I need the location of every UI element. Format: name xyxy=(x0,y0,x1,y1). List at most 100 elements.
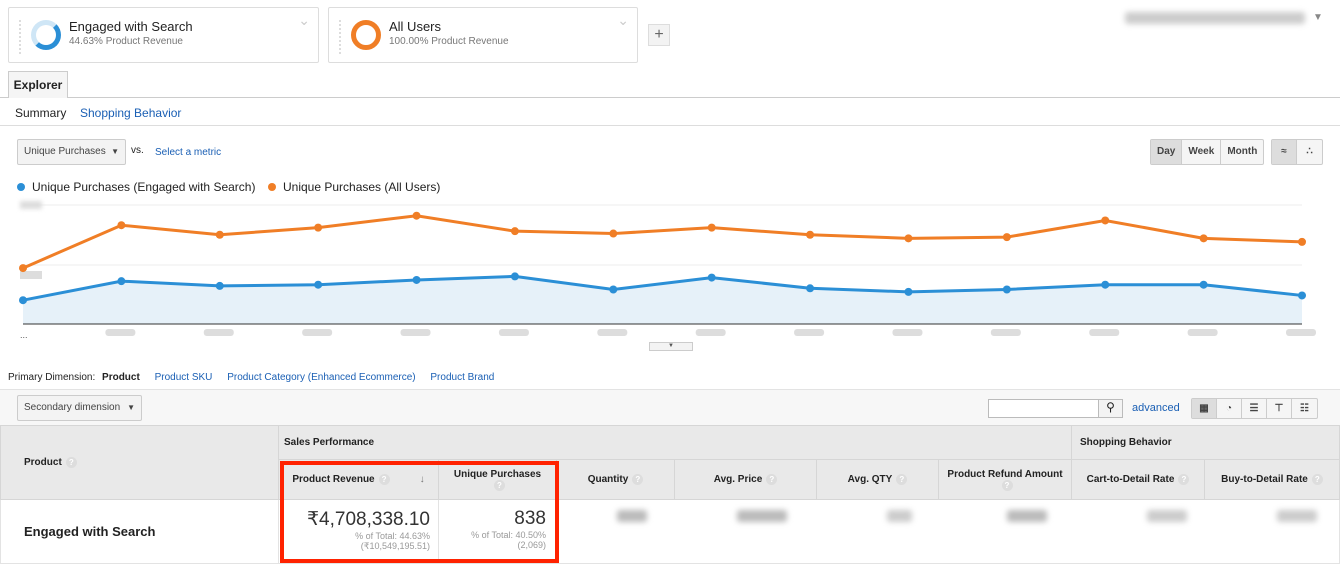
table-row: Engaged with Search ₹4,708,338.10 % of T… xyxy=(0,499,1340,564)
data-point[interactable] xyxy=(215,281,224,290)
segment-card-engaged[interactable]: Engaged with Search 44.63% Product Reven… xyxy=(8,7,319,63)
help-icon[interactable]: ? xyxy=(65,457,77,468)
help-icon[interactable]: ? xyxy=(632,474,644,485)
data-point[interactable] xyxy=(904,287,913,296)
segment-name: Engaged with Search xyxy=(69,19,193,34)
sales-performance-group: Sales Performance xyxy=(278,425,1072,460)
col-avg-price[interactable]: Avg. Price? xyxy=(674,459,817,500)
data-point[interactable] xyxy=(314,280,323,289)
help-icon[interactable]: ? xyxy=(494,479,505,491)
day-button[interactable]: Day xyxy=(1151,140,1183,164)
col-product-revenue[interactable]: Product Revenue? ↓ xyxy=(278,459,439,500)
month-button[interactable]: Month xyxy=(1221,140,1263,164)
product-column-header[interactable]: Product? xyxy=(0,425,279,500)
x-tick-label xyxy=(1286,329,1316,336)
col-refund-amount[interactable]: Product Refund Amount? xyxy=(938,459,1072,500)
help-icon[interactable]: ? xyxy=(1001,479,1013,491)
drag-handle[interactable] xyxy=(339,20,342,54)
data-point[interactable] xyxy=(1002,233,1011,242)
dimension-product-brand[interactable]: Product Brand xyxy=(430,372,494,383)
data-point[interactable] xyxy=(806,230,815,239)
subtab-shopping-behavior[interactable]: Shopping Behavior xyxy=(80,106,181,120)
motion-chart-icon[interactable]: ∴ xyxy=(1297,140,1322,164)
search-icon[interactable]: ⚲ xyxy=(1098,399,1123,418)
data-point[interactable] xyxy=(609,229,618,238)
help-icon[interactable]: ? xyxy=(378,474,390,485)
segment-name: All Users xyxy=(389,19,442,34)
data-point[interactable] xyxy=(19,264,27,273)
data-table-icon[interactable]: ▦ xyxy=(1192,399,1217,418)
dimension-product-sku[interactable]: Product SKU xyxy=(155,372,213,383)
data-point[interactable] xyxy=(19,296,27,305)
data-point[interactable] xyxy=(806,284,815,293)
dimension-product-category[interactable]: Product Category (Enhanced Ecommerce) xyxy=(227,372,415,383)
x-tick-label xyxy=(302,329,333,336)
week-button[interactable]: Week xyxy=(1182,140,1222,164)
help-icon[interactable]: ? xyxy=(896,474,908,485)
data-point[interactable] xyxy=(1298,237,1306,246)
data-point[interactable] xyxy=(510,227,519,236)
tab-explorer[interactable]: Explorer xyxy=(8,71,68,98)
help-icon[interactable]: ? xyxy=(1311,474,1323,485)
col-quantity[interactable]: Quantity? xyxy=(556,459,675,500)
pie-chart-icon[interactable]: ◔ xyxy=(1217,399,1242,418)
segment-subtitle: 100.00% Product Revenue xyxy=(389,36,509,47)
data-point[interactable] xyxy=(1298,291,1306,300)
metric-select-value: Unique Purchases xyxy=(24,146,106,157)
revenue-pct: % of Total: 44.63% xyxy=(355,531,430,541)
header-label: Buy-to-Detail Rate xyxy=(1221,474,1308,485)
segment-donut-icon xyxy=(351,20,381,50)
bar-chart-icon[interactable]: ☰ xyxy=(1242,399,1267,418)
comparison-icon[interactable]: ⊤ xyxy=(1267,399,1292,418)
table-search-input[interactable] xyxy=(988,399,1099,418)
data-point[interactable] xyxy=(314,223,323,232)
header-label: Product xyxy=(24,457,62,468)
help-icon[interactable]: ? xyxy=(766,474,778,485)
subtab-summary[interactable]: Summary xyxy=(15,106,66,120)
series-line-1 xyxy=(22,214,1303,270)
y-tick-label xyxy=(20,271,42,279)
line-chart-icon[interactable]: ≈ xyxy=(1272,140,1297,164)
col-avg-qty[interactable]: Avg. QTY? xyxy=(816,459,939,500)
add-segment-button[interactable]: + xyxy=(648,24,670,46)
drag-handle[interactable] xyxy=(19,20,22,54)
data-point[interactable] xyxy=(510,272,519,281)
chevron-down-icon[interactable]: ⌄ xyxy=(298,12,310,29)
advanced-link[interactable]: advanced xyxy=(1132,402,1180,414)
data-point[interactable] xyxy=(412,211,421,220)
data-point[interactable] xyxy=(215,230,224,239)
col-unique-purchases[interactable]: Unique Purchases? xyxy=(438,459,557,500)
shopping-behavior-group: Shopping Behavior xyxy=(1071,425,1340,460)
period-toggle: Day Week Month xyxy=(1150,139,1265,165)
data-point[interactable] xyxy=(1199,234,1208,243)
metric-select[interactable]: Unique Purchases ▼ xyxy=(17,139,126,165)
data-point[interactable] xyxy=(117,277,126,286)
legend-dot-icon xyxy=(268,183,276,191)
data-point[interactable] xyxy=(1101,216,1110,225)
data-point[interactable] xyxy=(707,223,716,232)
dimension-product[interactable]: Product xyxy=(102,372,140,383)
secondary-dimension-select[interactable]: Secondary dimension ▼ xyxy=(17,395,142,421)
data-point[interactable] xyxy=(412,275,421,284)
sort-desc-icon[interactable]: ↓ xyxy=(420,474,425,485)
data-point[interactable] xyxy=(117,221,126,230)
pivot-icon[interactable]: ☷ xyxy=(1292,399,1317,418)
col-buy-to-detail[interactable]: Buy-to-Detail Rate? xyxy=(1204,459,1340,500)
help-icon[interactable]: ? xyxy=(1178,474,1190,485)
header-label: Cart-to-Detail Rate xyxy=(1086,474,1175,485)
data-point[interactable] xyxy=(707,273,716,282)
header-label: Product Revenue xyxy=(292,474,375,485)
select-metric-link[interactable]: Select a metric xyxy=(155,147,221,158)
chevron-down-icon[interactable]: ⌄ xyxy=(617,12,629,29)
data-point[interactable] xyxy=(609,285,618,294)
segment-card-all-users[interactable]: All Users 100.00% Product Revenue ⌄ xyxy=(328,7,638,63)
data-point[interactable] xyxy=(1101,280,1110,289)
col-cart-to-detail[interactable]: Cart-to-Detail Rate? xyxy=(1071,459,1205,500)
data-point[interactable] xyxy=(904,234,913,243)
date-range-picker[interactable] xyxy=(1125,12,1305,24)
legend-label: Unique Purchases (Engaged with Search) xyxy=(32,180,256,194)
data-point[interactable] xyxy=(1002,285,1011,294)
chart-collapse-handle[interactable]: ▼ xyxy=(649,342,693,351)
date-dropdown-icon[interactable]: ▼ xyxy=(1313,12,1323,23)
data-point[interactable] xyxy=(1199,280,1208,289)
